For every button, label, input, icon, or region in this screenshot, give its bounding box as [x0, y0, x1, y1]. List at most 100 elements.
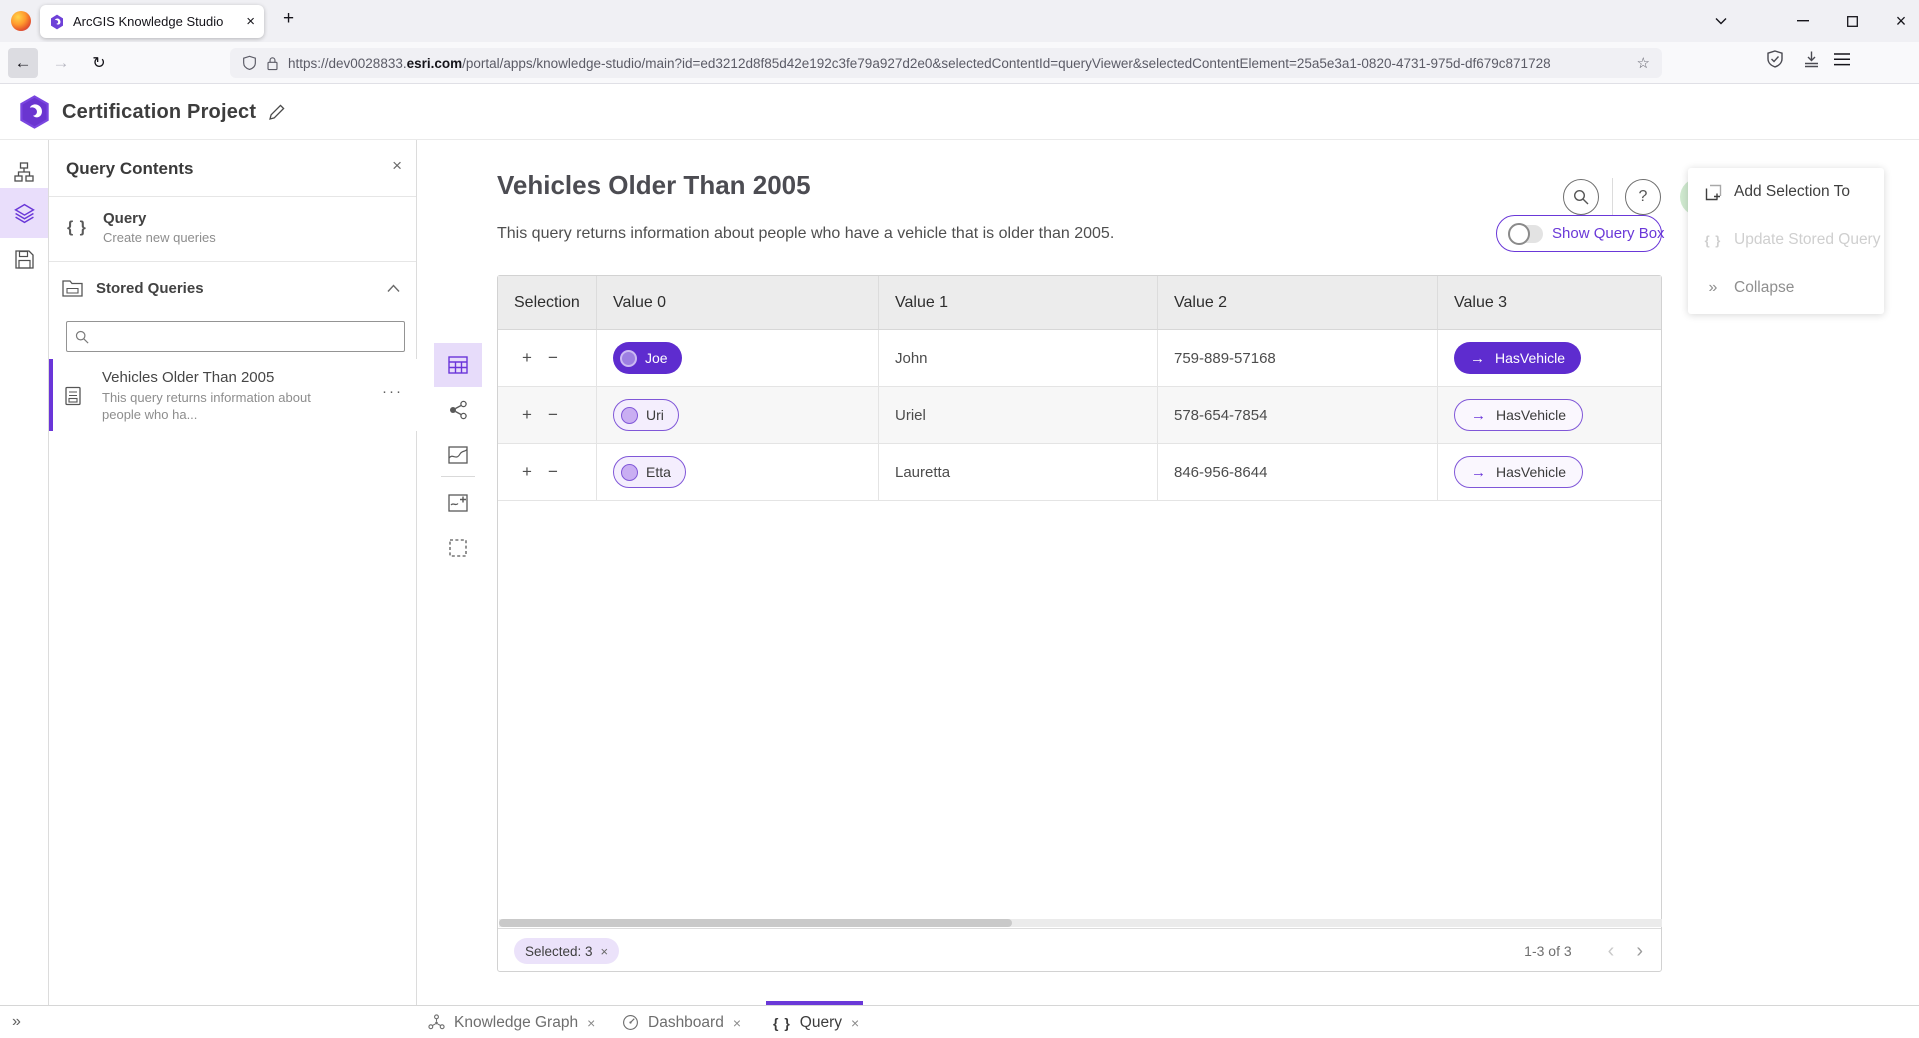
- tab-knowledge-graph[interactable]: Knowledge Graph ×: [428, 1006, 595, 1038]
- reload-button[interactable]: ↻: [84, 48, 114, 78]
- item-options-icon[interactable]: ···: [382, 383, 403, 400]
- results-table: Selection Value 0 Value 1 Value 2 Value …: [497, 275, 1662, 972]
- header-divider: [1612, 178, 1613, 216]
- arrow-right-icon: →: [1471, 464, 1486, 481]
- column-header[interactable]: Value 2: [1158, 276, 1438, 329]
- relationship-pill[interactable]: → HasVehicle: [1454, 399, 1583, 431]
- column-header[interactable]: Value 1: [879, 276, 1158, 329]
- selected-count-chip[interactable]: Selected: 3 ×: [514, 938, 619, 964]
- firefox-icon[interactable]: [11, 11, 31, 31]
- stored-queries-header[interactable]: Stored Queries: [49, 272, 416, 310]
- help-button[interactable]: ?: [1625, 179, 1661, 215]
- new-tab-button[interactable]: +: [283, 8, 294, 30]
- add-selection-icon[interactable]: +: [522, 462, 532, 482]
- stored-query-item[interactable]: Vehicles Older Than 2005 This query retu…: [49, 359, 417, 431]
- entity-label: Joe: [645, 350, 668, 366]
- braces-icon: { }: [773, 1015, 791, 1031]
- remove-selection-icon[interactable]: −: [548, 348, 558, 368]
- add-selection-icon[interactable]: +: [522, 405, 532, 425]
- stored-queries-label: Stored Queries: [96, 280, 204, 297]
- save-page-icon[interactable]: [1803, 50, 1820, 68]
- entity-label: Etta: [646, 464, 671, 480]
- arrow-right-icon: →: [1470, 350, 1485, 367]
- relationship-pill[interactable]: → HasVehicle: [1454, 342, 1581, 374]
- window-close-button[interactable]: ×: [1886, 0, 1916, 42]
- search-input[interactable]: [95, 329, 396, 345]
- map-view-button[interactable]: [434, 433, 482, 477]
- protections-shield-icon[interactable]: [1766, 50, 1784, 69]
- relationship-label: HasVehicle: [1496, 407, 1566, 423]
- column-header[interactable]: Value 3: [1438, 276, 1661, 329]
- tracking-shield-icon[interactable]: [242, 55, 257, 71]
- pagination: 1-3 of 3 ‹ ›: [1524, 929, 1643, 973]
- cell-value1: Uriel: [879, 387, 1158, 443]
- toggle-track[interactable]: [1509, 225, 1543, 243]
- tab-label: Query: [800, 1014, 842, 1032]
- tab-close-icon[interactable]: ×: [733, 1015, 741, 1031]
- tab-dashboard[interactable]: Dashboard ×: [622, 1006, 741, 1038]
- lock-icon: [266, 56, 279, 71]
- bookmark-star-icon[interactable]: ☆: [1637, 54, 1650, 72]
- column-header[interactable]: Selection: [498, 276, 597, 329]
- stored-queries-search[interactable]: [66, 321, 405, 352]
- chevron-up-icon[interactable]: [387, 284, 400, 293]
- remove-selection-icon[interactable]: −: [548, 462, 558, 482]
- menu-hamburger-icon[interactable]: [1834, 53, 1850, 66]
- horizontal-scrollbar[interactable]: [499, 919, 1662, 927]
- toggle-knob[interactable]: [1508, 223, 1530, 245]
- add-selection-icon[interactable]: +: [522, 348, 532, 368]
- table-row[interactable]: + − Uri Uriel 578-654-7854 → HasVehicle: [498, 387, 1661, 444]
- table-icon: [448, 356, 468, 374]
- table-row[interactable]: + − Etta Lauretta 846-956-8644 → HasVehi…: [498, 444, 1661, 501]
- expand-rail-icon[interactable]: »: [12, 1006, 21, 1038]
- menu-item-update-stored-query[interactable]: { } Update Stored Query: [1688, 216, 1884, 264]
- show-query-box-toggle[interactable]: Show Query Box: [1496, 215, 1662, 252]
- forward-button[interactable]: →: [46, 48, 76, 78]
- edit-title-icon[interactable]: [268, 103, 286, 121]
- relationship-pill[interactable]: → HasVehicle: [1454, 456, 1583, 488]
- column-header[interactable]: Value 0: [597, 276, 879, 329]
- previous-page-icon[interactable]: ‹: [1608, 941, 1615, 961]
- list-tabs-icon[interactable]: [1706, 0, 1736, 42]
- contents-button[interactable]: [0, 188, 48, 238]
- window-minimize-button[interactable]: [1788, 0, 1818, 42]
- entity-pill[interactable]: Uri: [613, 399, 679, 431]
- double-chevron-icon: »: [1704, 279, 1722, 297]
- scrollbar-thumb[interactable]: [499, 919, 1012, 927]
- stored-query-title: Vehicles Older Than 2005: [102, 369, 274, 386]
- window-maximize-button[interactable]: [1837, 0, 1867, 42]
- cell-value2: 846-956-8644: [1158, 444, 1438, 500]
- selection-tools-button[interactable]: [434, 526, 482, 570]
- table-row[interactable]: + − Joe John 759-889-57168 → HasVehicle: [498, 330, 1661, 387]
- search-button[interactable]: [1563, 179, 1599, 215]
- remove-selection-icon[interactable]: −: [548, 405, 558, 425]
- add-to-map-button[interactable]: [434, 481, 482, 525]
- save-icon: [15, 250, 34, 269]
- entity-pill[interactable]: Etta: [613, 456, 686, 488]
- menu-item-collapse[interactable]: » Collapse: [1688, 264, 1884, 312]
- next-page-icon[interactable]: ›: [1636, 941, 1643, 961]
- save-button[interactable]: [0, 234, 48, 284]
- browser-tab[interactable]: ArcGIS Knowledge Studio ×: [40, 5, 264, 38]
- tab-close-icon[interactable]: ×: [587, 1015, 595, 1031]
- table-view-button[interactable]: [434, 343, 482, 387]
- tab-close-icon[interactable]: ×: [851, 1015, 859, 1031]
- menu-item-add-selection-to[interactable]: Add Selection To: [1688, 168, 1884, 216]
- back-button[interactable]: ←: [8, 48, 38, 78]
- tab-query[interactable]: { } Query ×: [773, 1006, 859, 1038]
- entity-pill[interactable]: Joe: [613, 342, 682, 374]
- toolbar-divider: [441, 476, 475, 477]
- tab-close-icon[interactable]: ×: [246, 13, 255, 30]
- selected-indicator-bar: [49, 359, 53, 431]
- url-bar[interactable]: https://dev0028833.esri.com/portal/apps/…: [230, 48, 1662, 78]
- link-chart-view-button[interactable]: [434, 388, 482, 432]
- url-text[interactable]: https://dev0028833.esri.com/portal/apps/…: [288, 56, 1628, 71]
- query-item[interactable]: { } Query Create new queries: [49, 197, 416, 262]
- active-tab-indicator: [766, 1001, 863, 1005]
- stored-query-icon: [63, 386, 83, 406]
- clear-selection-icon[interactable]: ×: [601, 944, 609, 959]
- layers-icon: [14, 203, 35, 224]
- table-header-row: Selection Value 0 Value 1 Value 2 Value …: [498, 276, 1661, 330]
- screen: ArcGIS Knowledge Studio × + × ← → ↻ http…: [0, 0, 1919, 1038]
- panel-close-icon[interactable]: ×: [392, 156, 402, 176]
